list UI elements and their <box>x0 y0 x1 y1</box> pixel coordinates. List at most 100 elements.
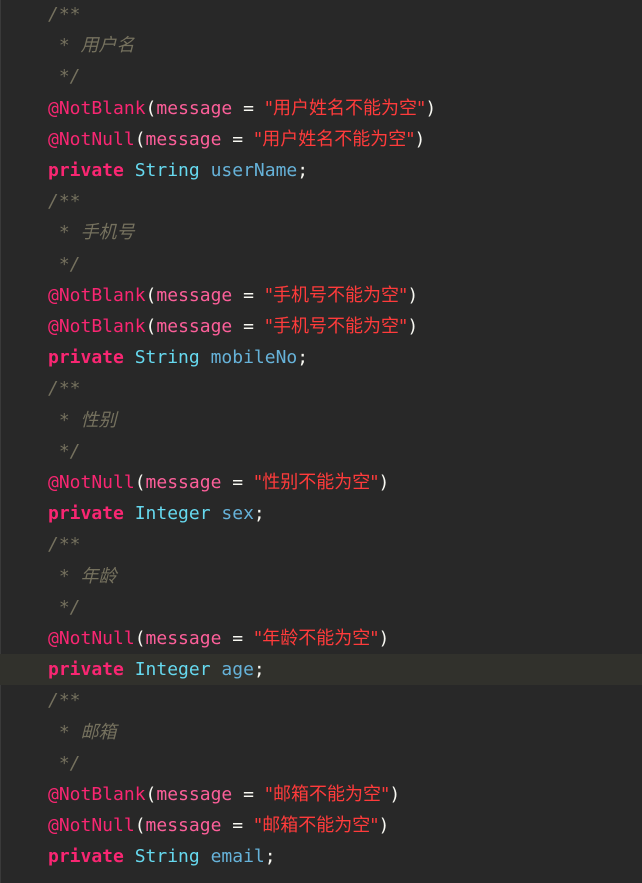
code-line[interactable]: /** <box>0 529 642 560</box>
paren-close: ) <box>378 628 390 649</box>
semicolon: ; <box>253 503 265 525</box>
annotation-message-string: 性别不能为空 <box>262 472 371 493</box>
doc-comment-delimiter: */ <box>48 596 81 618</box>
code-line[interactable]: @NotBlank(message = "手机号不能为空") <box>0 280 642 311</box>
field-name: email <box>210 846 265 868</box>
doc-comment-text: 年龄 <box>80 565 117 587</box>
doc-comment-delimiter: /** <box>48 690 81 712</box>
code-line[interactable]: private String userName; <box>0 155 642 186</box>
code-line[interactable]: private String email; <box>0 841 642 872</box>
code-line-content: @NotNull(message = "性别不能为空") <box>48 467 389 498</box>
paren-open: ( <box>134 472 146 493</box>
paren-open: ( <box>134 815 146 837</box>
code-line[interactable]: * 用户名 <box>0 30 642 61</box>
code-line[interactable]: */ <box>0 436 642 467</box>
access-modifier: private <box>48 659 124 681</box>
paren-close: ) <box>378 815 390 837</box>
code-line-content: * 性别 <box>48 405 117 436</box>
code-line[interactable]: @NotNull(message = "邮箱不能为空") <box>0 810 642 841</box>
code-line[interactable]: */ <box>0 748 642 779</box>
code-line[interactable]: @NotNull(message = "性别不能为空") <box>0 467 642 498</box>
paren-close: ) <box>425 97 437 119</box>
doc-comment-delimiter: /** <box>48 191 81 213</box>
code-line-content: @NotBlank(message = "手机号不能为空") <box>48 311 418 342</box>
string-quote: " <box>264 316 274 337</box>
annotation-message-string: 手机号不能为空 <box>273 316 400 337</box>
code-line[interactable]: private String mobileNo; <box>0 342 642 373</box>
code-line-content: @NotNull(message = "邮箱不能为空") <box>48 810 389 841</box>
field-type: Integer <box>134 503 211 525</box>
doc-comment-prefix: * <box>48 721 81 743</box>
code-line[interactable]: @NotBlank(message = "用户姓名不能为空") <box>0 93 642 124</box>
annotation-param: message <box>156 316 233 337</box>
code-line[interactable]: /** <box>0 0 642 30</box>
code-line[interactable]: * 年龄 <box>0 561 642 592</box>
string-quote: " <box>253 472 263 493</box>
string-quote: " <box>253 628 263 649</box>
doc-comment-text: 邮箱 <box>80 721 117 743</box>
field-name: sex <box>221 503 254 525</box>
code-line-content: private String email; <box>48 841 276 872</box>
code-line-content: * 年龄 <box>48 561 117 592</box>
code-line[interactable]: private Integer sex; <box>0 498 642 529</box>
code-line-content: @NotNull(message = "年龄不能为空") <box>48 623 389 654</box>
annotation-name: @NotBlank <box>48 284 146 306</box>
code-line-content: */ <box>48 61 81 92</box>
paren-open: ( <box>134 628 146 649</box>
code-line[interactable]: /** <box>0 685 642 716</box>
code-line-content: * 邮箱 <box>48 717 117 748</box>
code-line[interactable]: private Integer age; <box>0 654 642 686</box>
paren-open: ( <box>145 316 157 337</box>
annotation-message-string: 手机号不能为空 <box>273 284 400 306</box>
paren-open: ( <box>145 284 157 306</box>
code-line-content: */ <box>48 592 81 623</box>
code-editor[interactable]: /** * 用户名 */@NotBlank(message = "用户姓名不能为… <box>0 0 642 883</box>
annotation-message-string: 用户姓名不能为空 <box>262 128 407 150</box>
doc-comment-prefix: * <box>48 565 81 587</box>
code-line-content: @NotBlank(message = "用户姓名不能为空") <box>48 93 436 124</box>
annotation-name: @NotNull <box>48 128 135 150</box>
code-line[interactable]: @NotNull(message = "用户姓名不能为空") <box>0 124 642 155</box>
field-type: Integer <box>134 659 211 681</box>
field-type: String <box>134 347 200 369</box>
annotation-message-string: 年龄不能为空 <box>262 628 371 649</box>
code-line-content: /** <box>48 529 81 560</box>
doc-comment-delimiter: */ <box>48 66 81 88</box>
paren-close: ) <box>407 284 419 306</box>
assign-operator: = <box>232 784 265 805</box>
semicolon: ; <box>297 160 309 181</box>
annotation-name: @NotBlank <box>48 784 146 805</box>
access-modifier: private <box>48 503 124 525</box>
string-quote: " <box>253 128 263 150</box>
annotation-message-string: 用户姓名不能为空 <box>273 97 418 119</box>
code-line[interactable]: * 性别 <box>0 405 642 436</box>
code-line-content: * 手机号 <box>48 217 135 248</box>
code-line-content: */ <box>48 249 81 280</box>
assign-operator: = <box>232 316 265 337</box>
code-line[interactable]: * 手机号 <box>0 217 642 248</box>
code-line[interactable]: /** <box>0 186 642 217</box>
doc-comment-prefix: * <box>48 409 81 431</box>
code-line-content: private String mobileNo; <box>48 342 308 373</box>
code-line-content: @NotNull(message = "用户姓名不能为空") <box>48 124 425 155</box>
code-line[interactable]: /** <box>0 373 642 404</box>
assign-operator: = <box>232 97 265 119</box>
semicolon: ; <box>264 846 276 868</box>
code-line[interactable]: @NotNull(message = "年龄不能为空") <box>0 623 642 654</box>
paren-close: ) <box>389 784 401 805</box>
code-line[interactable]: @NotBlank(message = "手机号不能为空") <box>0 311 642 342</box>
access-modifier: private <box>48 347 124 369</box>
code-line[interactable]: */ <box>0 249 642 280</box>
field-type: String <box>134 160 200 181</box>
code-line[interactable]: */ <box>0 592 642 623</box>
code-line[interactable]: */ <box>0 61 642 92</box>
code-line[interactable]: @NotBlank(message = "邮箱不能为空") <box>0 779 642 810</box>
code-line[interactable]: * 邮箱 <box>0 717 642 748</box>
access-modifier: private <box>48 160 124 181</box>
code-line-content: /** <box>48 186 81 217</box>
